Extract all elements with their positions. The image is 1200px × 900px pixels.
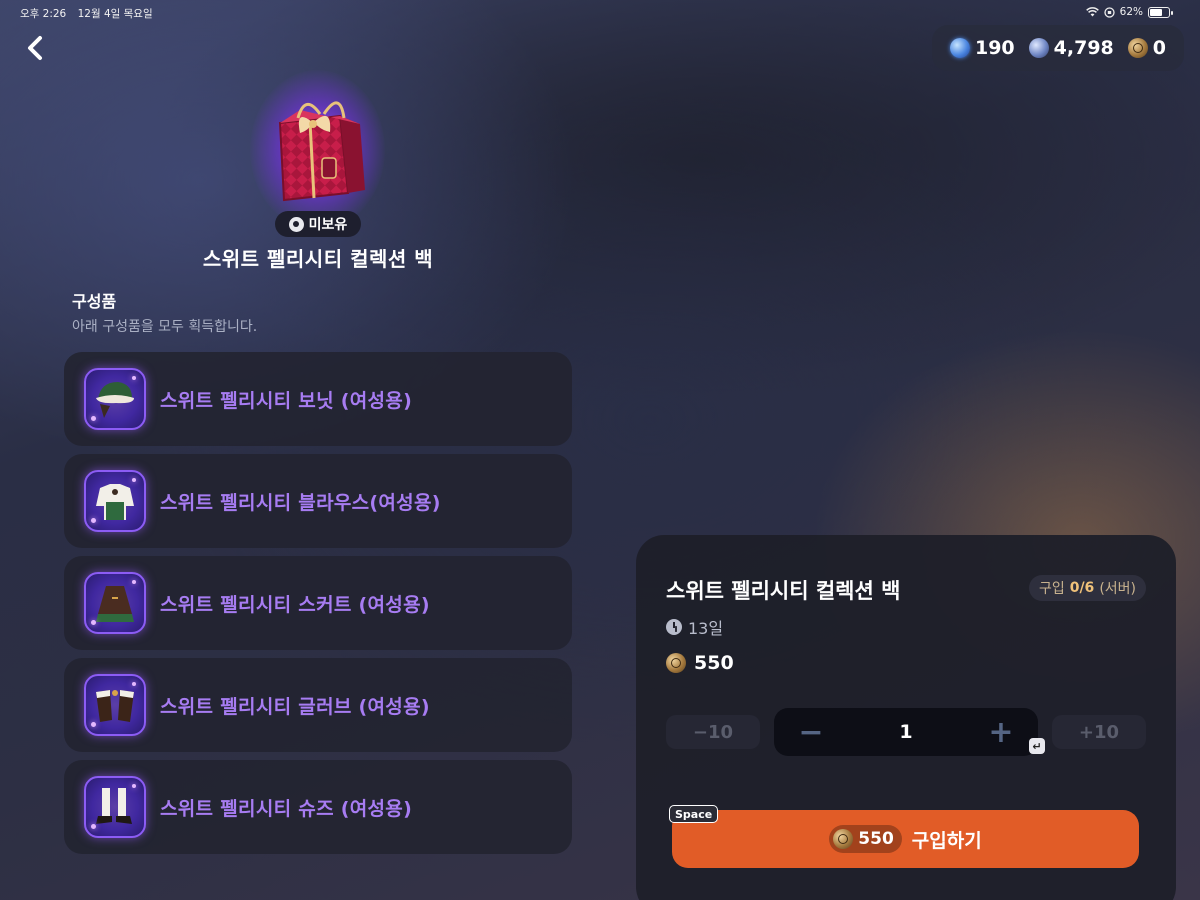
bronze-coin-icon — [1127, 38, 1148, 58]
skirt-icon — [84, 572, 146, 634]
chevron-left-icon — [28, 36, 42, 60]
bronze-coin-icon — [666, 653, 686, 673]
bonnet-icon — [84, 368, 146, 430]
quantity-stepper: − 1 + — [774, 708, 1038, 756]
currency-bar: 190 4,798 0 — [931, 25, 1184, 71]
status-bar: 오후 2:26 12월 4일 목요일 62% — [20, 6, 1180, 22]
owned-status-badge: 미보유 — [275, 211, 361, 237]
enter-key-hint: ↵ — [1029, 738, 1045, 754]
purchase-limit-badge: 구입 0/6 (서버) — [1028, 575, 1146, 601]
steel-coin-icon — [1028, 38, 1049, 58]
component-item-skirt[interactable]: 스위트 펠리시티 스커트 (여성용) — [64, 556, 572, 650]
glove-icon — [84, 674, 146, 736]
component-name: 스위트 펠리시티 슈즈 (여성용) — [160, 797, 413, 820]
component-item-glove[interactable]: 스위트 펠리시티 글러브 (여성용) — [64, 658, 572, 752]
increment-button[interactable]: + — [984, 715, 1018, 750]
owned-status-label: 미보유 — [308, 217, 348, 233]
component-item-bonnet[interactable]: 스위트 펠리시티 보닛 (여성용) — [64, 352, 572, 446]
currency-gem: 190 — [949, 37, 1015, 59]
components-list: 스위트 펠리시티 보닛 (여성용) 스위트 펠리시티 블라우스(여성용) 스위트… — [64, 352, 572, 862]
buy-button[interactable]: 550 구입하기 — [672, 810, 1139, 868]
plus-10-button[interactable]: +10 — [1052, 715, 1146, 749]
status-time: 오후 2:26 — [20, 8, 67, 20]
components-description: 아래 구성품을 모두 획득합니다. — [72, 319, 258, 335]
unit-price-value: 550 — [694, 652, 734, 674]
shoes-icon — [84, 776, 146, 838]
blue-gem-icon — [949, 38, 970, 58]
time-remaining: 13일 — [666, 615, 723, 639]
status-date: 12월 4일 목요일 — [77, 8, 153, 20]
ownership-icon — [288, 216, 304, 232]
buy-price-value: 550 — [858, 829, 894, 849]
component-name: 스위트 펠리시티 스커트 (여성용) — [160, 593, 430, 616]
components-title: 구성품 — [72, 292, 117, 311]
unit-price: 550 — [666, 652, 734, 674]
purchase-limit-scope: (서버) — [1099, 581, 1136, 597]
blouse-icon — [84, 470, 146, 532]
purchase-limit-label: 구입 — [1038, 581, 1065, 597]
decrement-button[interactable]: − — [794, 715, 828, 750]
component-item-blouse[interactable]: 스위트 펠리시티 블라우스(여성용) — [64, 454, 572, 548]
buy-label: 구입하기 — [911, 829, 982, 852]
component-name: 스위트 펠리시티 블라우스(여성용) — [160, 491, 441, 514]
purchase-title: 스위트 펠리시티 컬렉션 백 — [666, 579, 901, 603]
component-name: 스위트 펠리시티 보닛 (여성용) — [160, 389, 413, 412]
quantity-value[interactable]: 1 — [899, 721, 912, 743]
gift-bag-icon — [278, 101, 365, 202]
currency-steel: 4,798 — [1028, 37, 1114, 59]
component-name: 스위트 펠리시티 글러브 (여성용) — [160, 695, 430, 718]
minus-10-button[interactable]: −10 — [666, 715, 760, 749]
wifi-icon — [1085, 7, 1099, 17]
battery-icon — [1148, 6, 1173, 18]
orientation-lock-icon — [1104, 6, 1115, 18]
purchase-panel: 스위트 펠리시티 컬렉션 백 구입 0/6 (서버) 13일 550 −10 −… — [636, 535, 1176, 900]
back-button[interactable] — [18, 30, 54, 66]
buy-price: 550 — [829, 825, 902, 853]
currency-gem-value: 190 — [974, 37, 1015, 59]
time-remaining-value: 13일 — [688, 619, 724, 638]
purchase-limit-value: 0/6 — [1069, 580, 1095, 596]
battery-percent: 62% — [1119, 6, 1143, 18]
currency-bronze-value: 0 — [1152, 37, 1166, 59]
bronze-coin-icon — [833, 829, 854, 849]
item-title: 스위트 펠리시티 컬렉션 백 — [202, 247, 434, 271]
currency-bronze: 0 — [1127, 37, 1166, 59]
space-key-hint: Space — [669, 805, 719, 823]
component-item-shoes[interactable]: 스위트 펠리시티 슈즈 (여성용) — [64, 760, 572, 854]
clock-icon — [666, 619, 682, 635]
currency-steel-value: 4,798 — [1053, 37, 1114, 59]
